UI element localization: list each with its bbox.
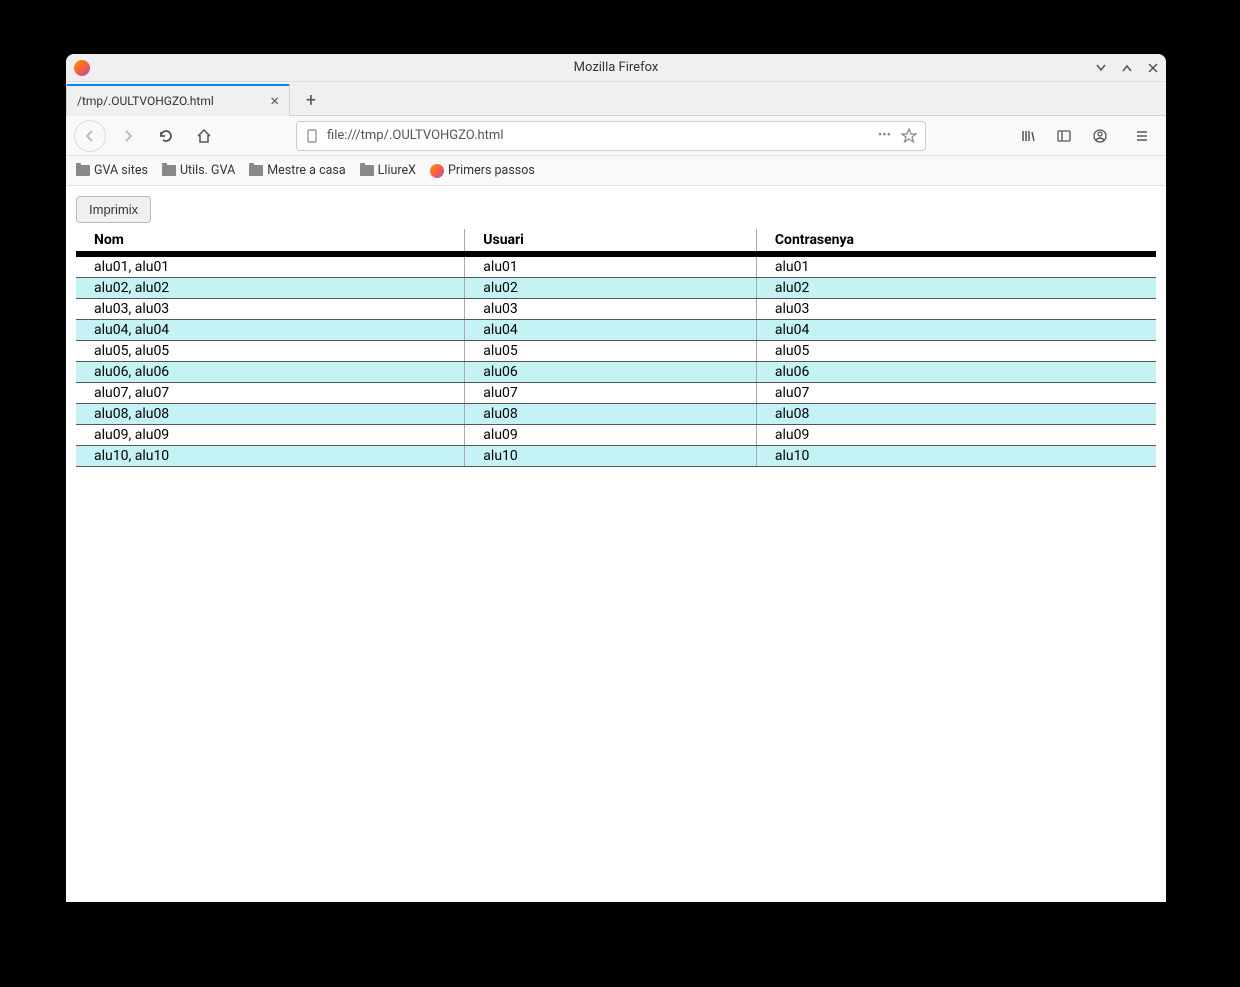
table-row: alu03, alu03alu03alu03 (76, 299, 1156, 320)
window-close-icon[interactable] (1146, 61, 1160, 75)
cell-nom: alu02, alu02 (76, 278, 465, 299)
cell-usuari: alu09 (465, 425, 757, 446)
cell-nom: alu04, alu04 (76, 320, 465, 341)
back-button (74, 120, 106, 152)
table-header-row: Nom Usuari Contrasenya (76, 229, 1156, 251)
firefox-icon (430, 164, 444, 178)
cell-nom: alu07, alu07 (76, 383, 465, 404)
cell-usuari: alu02 (465, 278, 757, 299)
browser-window: Mozilla Firefox /tmp/.OULTVOHGZO.html × … (66, 54, 1166, 902)
forward-button (112, 120, 144, 152)
bookmark-label: Utils. GVA (180, 163, 235, 178)
header-usuari: Usuari (465, 229, 757, 251)
folder-icon (360, 165, 374, 176)
cell-nom: alu08, alu08 (76, 404, 465, 425)
cell-usuari: alu03 (465, 299, 757, 320)
window-minimize-icon[interactable] (1094, 61, 1108, 75)
bookmark-item[interactable]: LliureX (360, 163, 416, 178)
cell-nom: alu03, alu03 (76, 299, 465, 320)
cell-nom: alu06, alu06 (76, 362, 465, 383)
window-controls (1094, 61, 1160, 75)
header-nom: Nom (76, 229, 465, 251)
header-contrasenya: Contrasenya (756, 229, 1156, 251)
bookmark-item[interactable]: Mestre a casa (249, 163, 345, 178)
tab-close-icon[interactable]: × (270, 93, 279, 109)
cell-contrasenya: alu02 (756, 278, 1156, 299)
cell-contrasenya: alu01 (756, 257, 1156, 278)
folder-icon (76, 165, 90, 176)
bookmark-item[interactable]: GVA sites (76, 163, 148, 178)
window-title: Mozilla Firefox (574, 60, 659, 75)
cell-contrasenya: alu04 (756, 320, 1156, 341)
page-actions-icon[interactable]: ••• (878, 128, 891, 143)
firefox-icon (74, 60, 90, 76)
new-tab-button[interactable]: + (296, 85, 326, 115)
urlbar-text: file:///tmp/.OULTVOHGZO.html (327, 128, 870, 143)
window-maximize-icon[interactable] (1120, 61, 1134, 75)
table-row: alu02, alu02alu02alu02 (76, 278, 1156, 299)
cell-usuari: alu06 (465, 362, 757, 383)
home-button[interactable] (188, 120, 220, 152)
cell-usuari: alu10 (465, 446, 757, 467)
cell-nom: alu01, alu01 (76, 257, 465, 278)
cell-usuari: alu05 (465, 341, 757, 362)
table-row: alu10, alu10alu10alu10 (76, 446, 1156, 467)
table-row: alu08, alu08alu08alu08 (76, 404, 1156, 425)
bookmark-label: LliureX (378, 163, 416, 178)
bookmark-label: GVA sites (94, 163, 148, 178)
navbar: file:///tmp/.OULTVOHGZO.html ••• (66, 116, 1166, 156)
page-content: Imprimix Nom Usuari Contrasenya alu01, a… (66, 186, 1166, 902)
tab-active[interactable]: /tmp/.OULTVOHGZO.html × (66, 84, 290, 116)
table-row: alu04, alu04alu04alu04 (76, 320, 1156, 341)
cell-usuari: alu04 (465, 320, 757, 341)
folder-icon (162, 165, 176, 176)
cell-contrasenya: alu06 (756, 362, 1156, 383)
cell-nom: alu10, alu10 (76, 446, 465, 467)
bookmark-label: Mestre a casa (267, 163, 345, 178)
bookmark-item[interactable]: Utils. GVA (162, 163, 235, 178)
table-row: alu06, alu06alu06alu06 (76, 362, 1156, 383)
users-table: Nom Usuari Contrasenya alu01, alu01alu01… (76, 229, 1156, 467)
cell-usuari: alu01 (465, 257, 757, 278)
app-menu-button[interactable] (1126, 120, 1158, 152)
cell-nom: alu05, alu05 (76, 341, 465, 362)
cell-usuari: alu08 (465, 404, 757, 425)
cell-contrasenya: alu05 (756, 341, 1156, 362)
cell-nom: alu09, alu09 (76, 425, 465, 446)
urlbar[interactable]: file:///tmp/.OULTVOHGZO.html ••• (296, 121, 926, 151)
table-row: alu09, alu09alu09alu09 (76, 425, 1156, 446)
bookmarks-toolbar: GVA sites Utils. GVA Mestre a casa LliureX P… (66, 156, 1166, 186)
bookmark-star-icon[interactable] (901, 128, 917, 144)
bookmark-label: Primers passos (448, 163, 535, 178)
page-file-icon (305, 129, 319, 143)
titlebar: Mozilla Firefox (66, 54, 1166, 82)
cell-contrasenya: alu10 (756, 446, 1156, 467)
table-row: alu01, alu01alu01alu01 (76, 257, 1156, 278)
bookmark-item[interactable]: Primers passos (430, 163, 535, 178)
table-row: alu05, alu05alu05alu05 (76, 341, 1156, 362)
account-button[interactable] (1084, 120, 1116, 152)
sidebars-button[interactable] (1048, 120, 1080, 152)
cell-contrasenya: alu03 (756, 299, 1156, 320)
reload-button[interactable] (150, 120, 182, 152)
tabbar: /tmp/.OULTVOHGZO.html × + (66, 82, 1166, 116)
cell-contrasenya: alu08 (756, 404, 1156, 425)
table-row: alu07, alu07alu07alu07 (76, 383, 1156, 404)
print-button[interactable]: Imprimix (76, 196, 151, 223)
cell-contrasenya: alu09 (756, 425, 1156, 446)
cell-usuari: alu07 (465, 383, 757, 404)
folder-icon (249, 165, 263, 176)
library-button[interactable] (1012, 120, 1044, 152)
cell-contrasenya: alu07 (756, 383, 1156, 404)
tab-label: /tmp/.OULTVOHGZO.html (77, 94, 214, 108)
